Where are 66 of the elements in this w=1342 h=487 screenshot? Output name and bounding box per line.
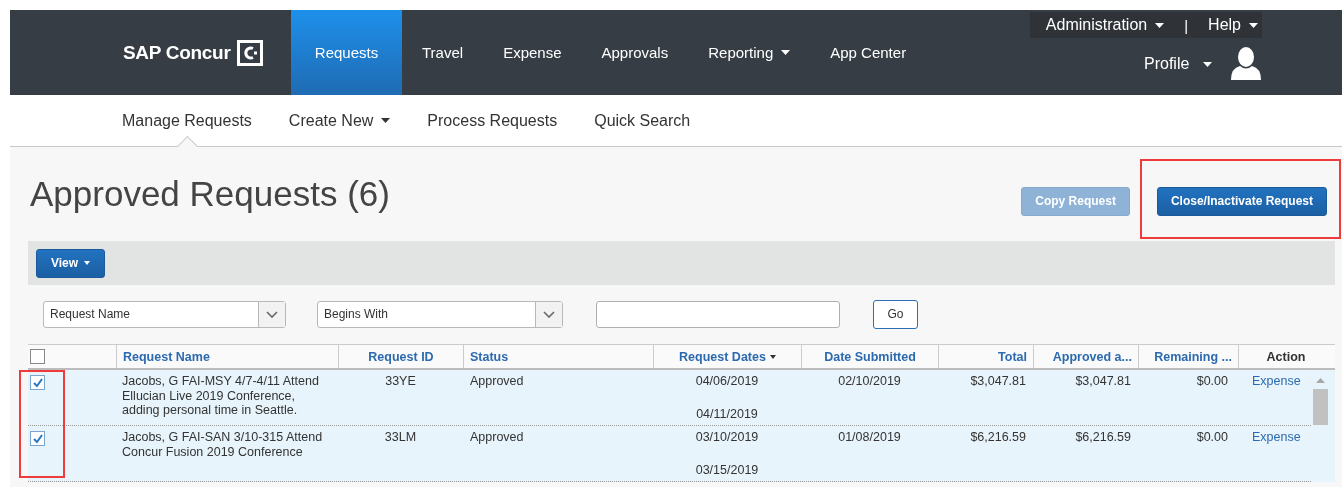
table-cell-text: 02/10/2019 [838, 374, 901, 390]
subnav-tab[interactable]: Create New [288, 95, 391, 146]
logo-icon [236, 39, 263, 66]
checkbox[interactable] [30, 349, 45, 364]
checkbox[interactable] [30, 431, 45, 446]
profile-menu[interactable]: Profile [1144, 55, 1213, 73]
go-button[interactable]: Go [873, 299, 918, 329]
caret-icon [381, 118, 391, 123]
caret-icon [1203, 61, 1213, 67]
subnav-tab[interactable]: Quick Search [594, 95, 691, 146]
caret-icon [1249, 22, 1258, 28]
checkbox[interactable] [30, 375, 45, 390]
action-button[interactable]: Close/Inactivate Request [1156, 186, 1327, 216]
table-cell-text: $3,047.81 [1075, 374, 1131, 390]
table-cell-text: $6,216.59 [1075, 430, 1131, 446]
table-cell: 03/15/2019 [695, 462, 759, 477]
table-cell-text: 33YE [385, 374, 416, 390]
caret-icon [781, 50, 791, 55]
table-cell-text: $6,216.59 [970, 430, 1026, 446]
sort-icon [769, 354, 776, 359]
scroll-up-icon[interactable] [1316, 377, 1325, 383]
column-header[interactable]: Request ID [368, 349, 434, 364]
logo-text: SAP Concur [123, 41, 231, 64]
nav-tab[interactable]: Expense [483, 10, 582, 95]
menu-link[interactable]: Help [1208, 16, 1258, 34]
table-cell-text: Jacobs, G FAI-SAN 3/10-315 Attend Concur Fusion 2019 Conference [122, 430, 324, 461]
view-button[interactable]: View [36, 248, 106, 278]
table-cell-text: 01/08/2019 [838, 430, 901, 446]
caret-icon [84, 261, 91, 265]
table-cell-text: Approved [470, 430, 524, 446]
table-cell-text: $0.00 [1196, 430, 1228, 446]
table-cell-text: Approved [470, 374, 524, 390]
scrollbar-thumb[interactable] [1313, 389, 1328, 425]
nav-tab[interactable]: Approvals [581, 10, 689, 95]
subnav-tab[interactable]: Process Requests [427, 95, 558, 146]
caret-icon [1155, 22, 1165, 28]
nav-tab[interactable]: App Center [810, 10, 927, 95]
operator-select[interactable]: Begins With [317, 300, 563, 328]
table-cell-text: $0.00 [1196, 374, 1228, 390]
nav-tab[interactable]: Reporting [688, 10, 811, 95]
search-field[interactable] [596, 300, 840, 328]
table-cell-text: Jacobs, G FAI-MSY 4/7-4/11 Attend Ellucian Live 2019 Conference, adding personal time in Seattle. [122, 374, 320, 419]
nav-tab[interactable]: Requests [291, 10, 402, 95]
column-header[interactable]: Remaining ... [1154, 349, 1232, 364]
expense-link[interactable]: Expense [1252, 430, 1301, 477]
column-header[interactable]: Status [470, 349, 509, 364]
column-header[interactable]: Total [998, 349, 1027, 364]
chevron-icon [543, 310, 555, 318]
expense-link[interactable]: Expense [1252, 374, 1301, 421]
field-select[interactable]: Request Name [43, 300, 286, 328]
column-header[interactable]: Request Name [123, 349, 210, 364]
column-header[interactable]: Approved a... [1052, 349, 1132, 364]
table-cell-text: 33LM [384, 430, 417, 446]
chevron-icon [266, 310, 278, 318]
separator: | [1184, 16, 1189, 34]
column-header[interactable]: Request Dates [679, 349, 766, 364]
table-cell: 04/06/2019 [695, 374, 759, 389]
column-header: Action [1266, 349, 1306, 364]
menu-link[interactable]: Administration [1045, 16, 1165, 34]
table-cell: 03/10/2019 [695, 430, 759, 445]
table-cell-text: $3,047.81 [970, 374, 1026, 390]
avatar-icon[interactable] [1230, 46, 1263, 82]
column-header[interactable]: Date Submitted [824, 349, 916, 364]
page-title: Approved Requests (6) [29, 174, 390, 214]
table-cell: 04/11/2019 [696, 406, 758, 421]
nav-tab[interactable]: Travel [402, 10, 484, 95]
